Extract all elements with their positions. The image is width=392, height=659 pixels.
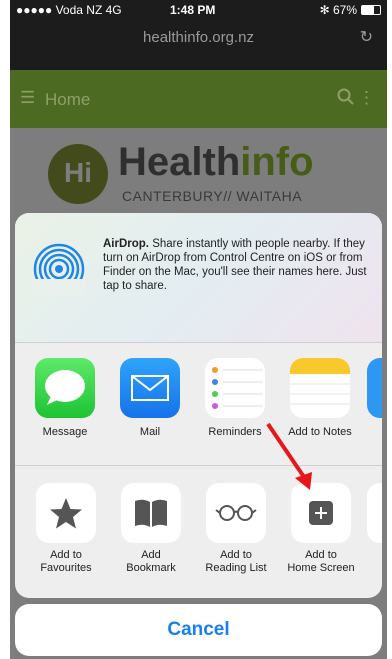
action-label-line1: Add to (305, 549, 337, 561)
share-app-reminders[interactable]: Reminders (195, 358, 275, 438)
action-label-line2: Favourites (40, 562, 92, 574)
mail-icon (120, 358, 180, 418)
action-label: Add to Home Screen (280, 549, 362, 575)
status-bar: ●●●●● Voda NZ 4G 1:48 PM ✻ 67% (10, 0, 387, 20)
action-label: Add to Favourites (25, 549, 107, 575)
share-app-notes[interactable]: Add to Notes (280, 358, 360, 438)
action-add-to-home-screen[interactable]: Add to Home Screen (280, 483, 362, 575)
share-app-message[interactable]: Message (25, 358, 105, 438)
healthinfo-logo: Hi Healthinfo CANTERBURY// WAITAHA (48, 140, 328, 220)
hamburger-icon[interactable]: ☰ (20, 88, 35, 108)
action-add-to-reading-list[interactable]: Add to Reading List (195, 483, 277, 575)
share-sheet: AirDrop. Share instantly with people nea… (15, 213, 382, 598)
logo-mark: Hi (48, 144, 108, 204)
battery-value: 67% (332, 3, 357, 17)
action-label-line1: Add to (220, 549, 252, 561)
action-partial[interactable] (367, 483, 382, 543)
action-label-line2: Reading List (205, 562, 267, 574)
airdrop-description: AirDrop. Share instantly with people nea… (103, 237, 368, 293)
logo-name-dark: Health (118, 140, 241, 184)
more-icon[interactable]: ⋮ (358, 88, 375, 108)
action-label: Add Bookmark (110, 549, 192, 575)
action-icon-partial (367, 483, 382, 543)
url-text: healthinfo.org.nz (143, 29, 254, 46)
message-icon (35, 358, 95, 418)
share-app-label: Mail (139, 426, 161, 438)
reminders-icon (205, 358, 265, 418)
share-apps-row: Message Mail Reminders Add to Notes (15, 344, 382, 466)
action-label-line2: Home Screen (287, 562, 355, 574)
battery-icon (361, 5, 381, 15)
book-icon (121, 483, 181, 543)
glasses-icon (206, 483, 266, 543)
airdrop-icon (33, 243, 85, 295)
notes-icon (290, 358, 350, 418)
battery-percent: ✻ 67% (319, 3, 357, 17)
logo-name-green: info (240, 140, 314, 184)
plus-square-icon (291, 483, 351, 543)
star-icon (36, 483, 96, 543)
share-app-label: Reminders (208, 426, 262, 438)
share-app-label: Add to Notes (288, 426, 352, 438)
clock: 1:48 PM (170, 3, 216, 17)
airdrop-section[interactable]: AirDrop. Share instantly with people nea… (15, 213, 382, 343)
share-app-mail[interactable]: Mail (110, 358, 190, 438)
phone-screen: ●●●●● Voda NZ 4G 1:48 PM ✻ 67% healthinf… (10, 0, 387, 659)
app-icon-partial (367, 358, 382, 418)
logo-name: Healthinfo (118, 140, 314, 185)
reload-icon[interactable]: ↻ (360, 20, 373, 56)
carrier-label: ●●●●● Voda NZ 4G (16, 3, 122, 17)
airdrop-title: AirDrop. (103, 238, 149, 250)
action-label-line1: Add to (50, 549, 82, 561)
site-navbar: ☰ Home ⋮ (10, 70, 387, 128)
search-icon[interactable] (337, 88, 355, 111)
share-app-label: Message (42, 426, 88, 438)
action-label-line2: Bookmark (126, 562, 176, 574)
action-add-bookmark[interactable]: Add Bookmark (110, 483, 192, 575)
action-label-line1: Add (141, 549, 161, 561)
logo-subtitle: CANTERBURY// WAITAHA (122, 188, 303, 204)
action-add-to-favourites[interactable]: Add to Favourites (25, 483, 107, 575)
site-nav-title: Home (45, 90, 91, 109)
share-actions-row: Add to Favourites Add Bookmark Add to Readi… (15, 467, 382, 598)
share-app-partial[interactable] (367, 358, 382, 418)
address-bar[interactable]: healthinfo.org.nz ↻ (10, 20, 387, 60)
action-label: Add to Reading List (195, 549, 277, 575)
cancel-button[interactable]: Cancel (15, 604, 382, 656)
